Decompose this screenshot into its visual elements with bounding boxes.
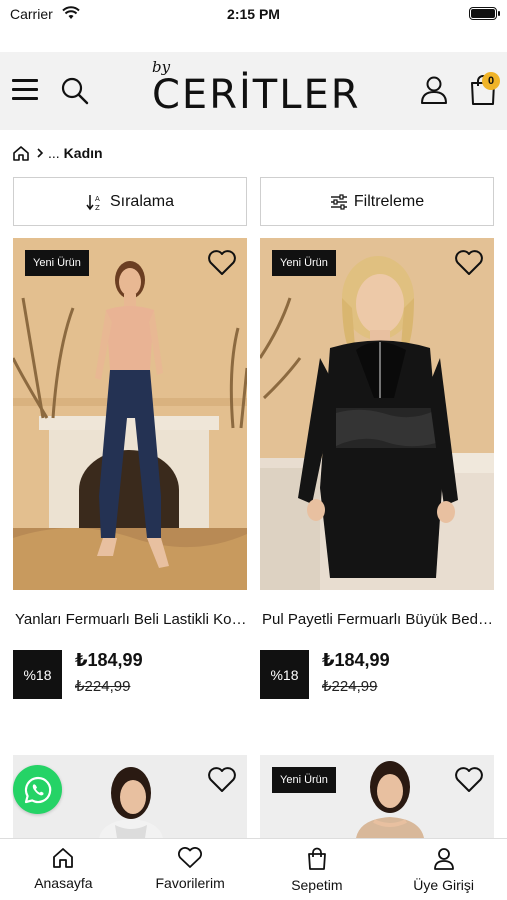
sort-label: Sıralama bbox=[109, 192, 175, 210]
breadcrumb: ... Kadın bbox=[12, 144, 103, 162]
svg-text:Z: Z bbox=[95, 204, 100, 211]
tab-account[interactable]: Üye Girişi bbox=[380, 839, 507, 900]
product-image[interactable]: Yeni Ürün bbox=[260, 238, 494, 590]
user-icon bbox=[433, 848, 454, 870]
filter-label: Filtreleme bbox=[353, 192, 425, 210]
menu-icon[interactable] bbox=[12, 79, 38, 101]
home-icon bbox=[53, 848, 74, 868]
tab-home-label: Anasayfa bbox=[34, 875, 93, 891]
product-old-price: ₺224,99 bbox=[75, 678, 131, 695]
sort-button[interactable]: A Z Sıralama bbox=[13, 177, 247, 226]
battery-icon bbox=[469, 7, 500, 20]
heart-icon[interactable] bbox=[454, 767, 484, 793]
home-icon[interactable] bbox=[12, 145, 30, 162]
chevron-right-icon bbox=[37, 148, 44, 158]
tab-cart-label: Sepetim bbox=[291, 877, 343, 893]
status-bar: Carrier 2:15 PM bbox=[0, 0, 507, 30]
filter-sliders-icon bbox=[330, 193, 347, 210]
whatsapp-icon bbox=[24, 776, 51, 803]
product-old-price: ₺224,99 bbox=[322, 678, 378, 695]
heart-icon[interactable] bbox=[207, 767, 237, 793]
tab-home[interactable]: Anasayfa bbox=[0, 839, 127, 900]
heart-icon[interactable] bbox=[207, 250, 237, 276]
product-photo-woman-black-set bbox=[260, 238, 494, 590]
product-price: ₺184,99 bbox=[75, 650, 143, 670]
app-header: by CERİTLER 0 bbox=[0, 52, 507, 130]
product-photo-woman-jeans bbox=[13, 238, 247, 590]
new-product-tag: Yeni Ürün bbox=[272, 250, 336, 276]
product-card[interactable]: Yeni Ürün Yanları Fermuarlı Beli Lastikl… bbox=[13, 238, 247, 708]
breadcrumb-current: Kadın bbox=[63, 145, 103, 161]
product-price: ₺184,99 bbox=[322, 650, 390, 670]
product-image[interactable]: Yeni Ürün bbox=[260, 755, 494, 838]
logo-name: CERİTLER bbox=[152, 72, 361, 118]
product-name[interactable]: Pul Payetli Fermuarlı Büyük Beden Takım bbox=[262, 611, 494, 628]
shopping-bag-icon bbox=[307, 847, 326, 870]
tab-favorites[interactable]: Favorilerim bbox=[127, 839, 254, 900]
bottom-tab-bar: Anasayfa Favorilerim Sepetim Üye Girişi bbox=[0, 838, 507, 900]
discount-badge: %18 bbox=[13, 650, 62, 699]
filter-button[interactable]: Filtreleme bbox=[260, 177, 494, 226]
new-product-tag: Yeni Ürün bbox=[25, 250, 89, 276]
discount-badge: %18 bbox=[260, 650, 309, 699]
heart-icon[interactable] bbox=[454, 250, 484, 276]
product-image[interactable]: Yeni Ürün bbox=[13, 238, 247, 590]
search-icon[interactable] bbox=[60, 76, 90, 106]
product-name[interactable]: Yanları Fermuarlı Beli Lastikli Kot Pant… bbox=[15, 611, 247, 628]
cart-count-badge: 0 bbox=[482, 72, 500, 90]
product-card[interactable]: Yeni Ürün bbox=[260, 755, 494, 838]
clock: 2:15 PM bbox=[227, 6, 280, 22]
tab-account-label: Üye Girişi bbox=[413, 877, 474, 893]
new-product-tag: Yeni Ürün bbox=[272, 767, 336, 793]
tab-cart[interactable]: Sepetim bbox=[254, 839, 381, 900]
whatsapp-button[interactable] bbox=[13, 765, 62, 814]
svg-text:A: A bbox=[95, 195, 100, 203]
heart-icon bbox=[178, 847, 203, 868]
user-icon[interactable] bbox=[420, 75, 448, 105]
brand-logo[interactable]: by CERİTLER bbox=[152, 58, 362, 118]
sort-icon: A Z bbox=[86, 194, 100, 211]
breadcrumb-ellipsis[interactable]: ... bbox=[48, 145, 60, 161]
tab-favorites-label: Favorilerim bbox=[155, 875, 225, 891]
product-card[interactable]: Yeni Ürün Pul Payetli Fermuarlı Büyük Be… bbox=[260, 238, 494, 708]
